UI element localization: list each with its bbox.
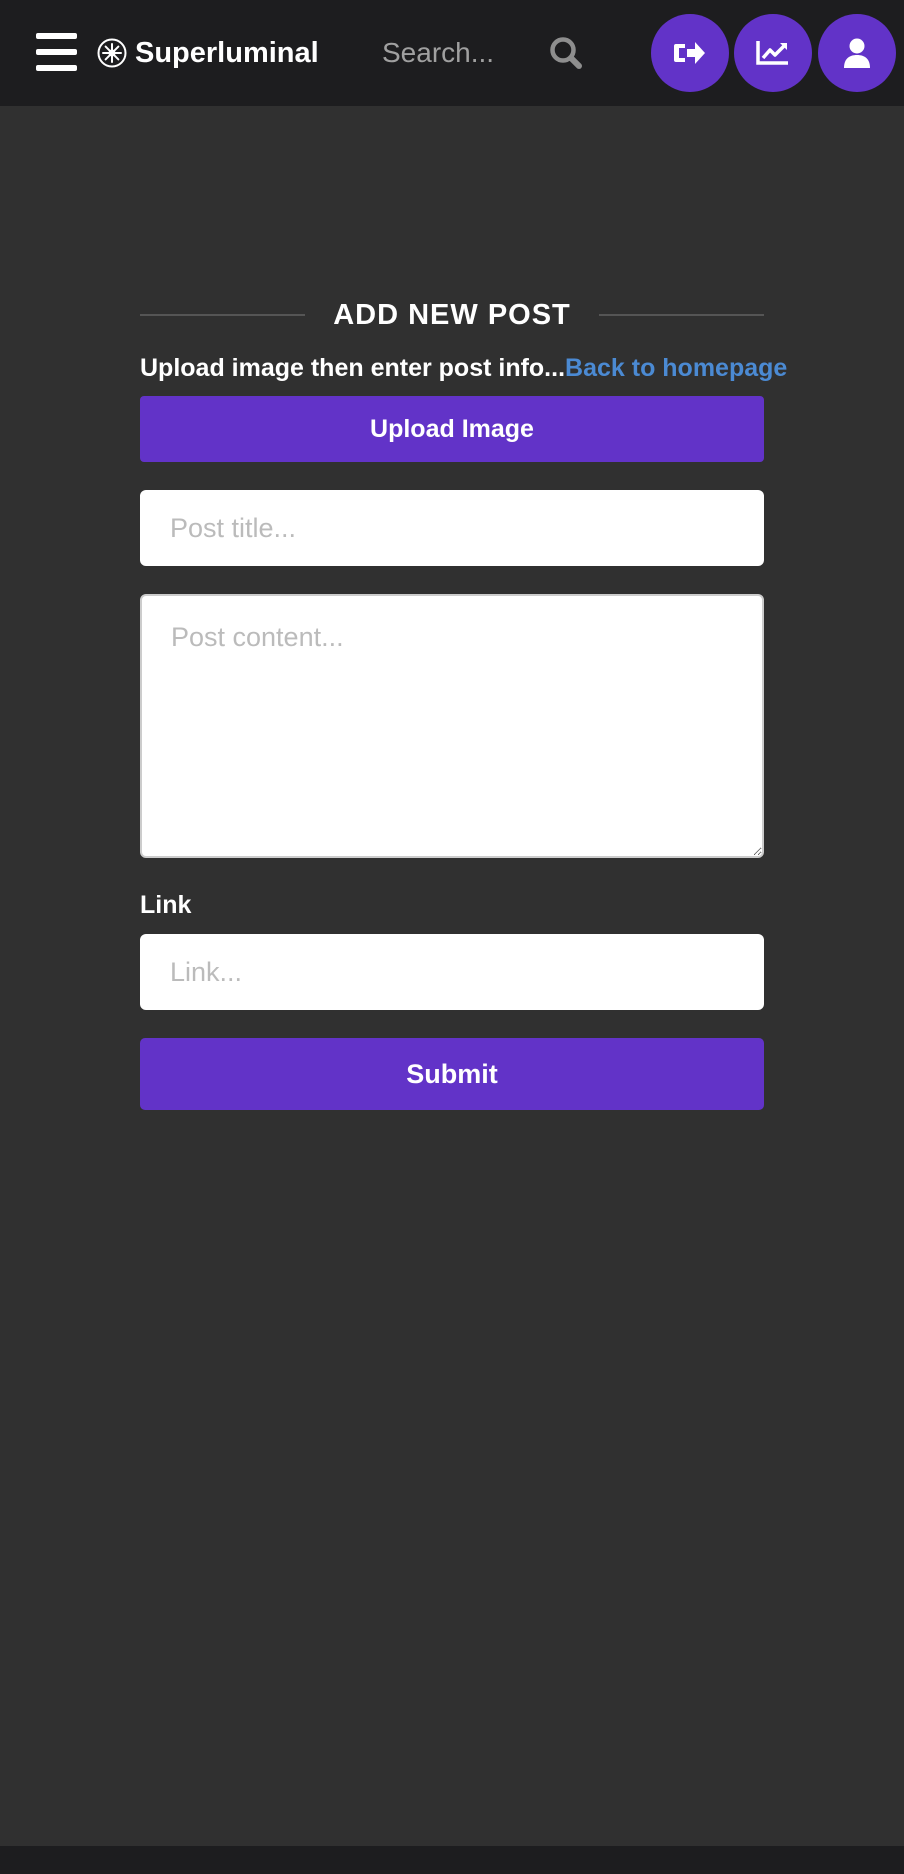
submit-button[interactable]: Submit [140,1038,764,1110]
link-label: Link [140,891,192,919]
chart-line-icon [756,41,788,65]
divider [140,314,306,316]
top-navigation-bar: Superluminal [0,0,904,106]
user-icon [844,38,870,68]
post-title-input[interactable] [140,490,764,566]
logout-icon [674,42,705,64]
link-input[interactable] [140,934,764,1010]
logout-button[interactable] [651,14,729,92]
divider [598,314,764,316]
upload-image-button[interactable]: Upload Image [140,396,764,462]
search-button[interactable] [546,33,586,73]
heading-row: ADD NEW POST [140,290,764,340]
hamburger-menu-icon[interactable] [36,33,77,71]
search-icon [550,37,582,69]
search-input[interactable] [368,27,518,79]
post-content-textarea[interactable] [140,594,764,858]
stats-button[interactable] [734,14,812,92]
brand[interactable]: Superluminal [97,34,319,72]
page-title: ADD NEW POST [333,298,571,331]
brand-name: Superluminal [135,36,319,69]
superluminal-logo-icon [97,38,127,68]
profile-button[interactable] [818,14,896,92]
info-text: Upload image then enter post info... [140,353,566,382]
footer-bar [0,1846,904,1874]
add-post-form: ADD NEW POST Upload image then enter pos… [140,290,787,1110]
back-to-homepage-link[interactable]: Back to homepage [565,354,787,383]
info-row: Upload image then enter post info... Back… [140,352,787,384]
